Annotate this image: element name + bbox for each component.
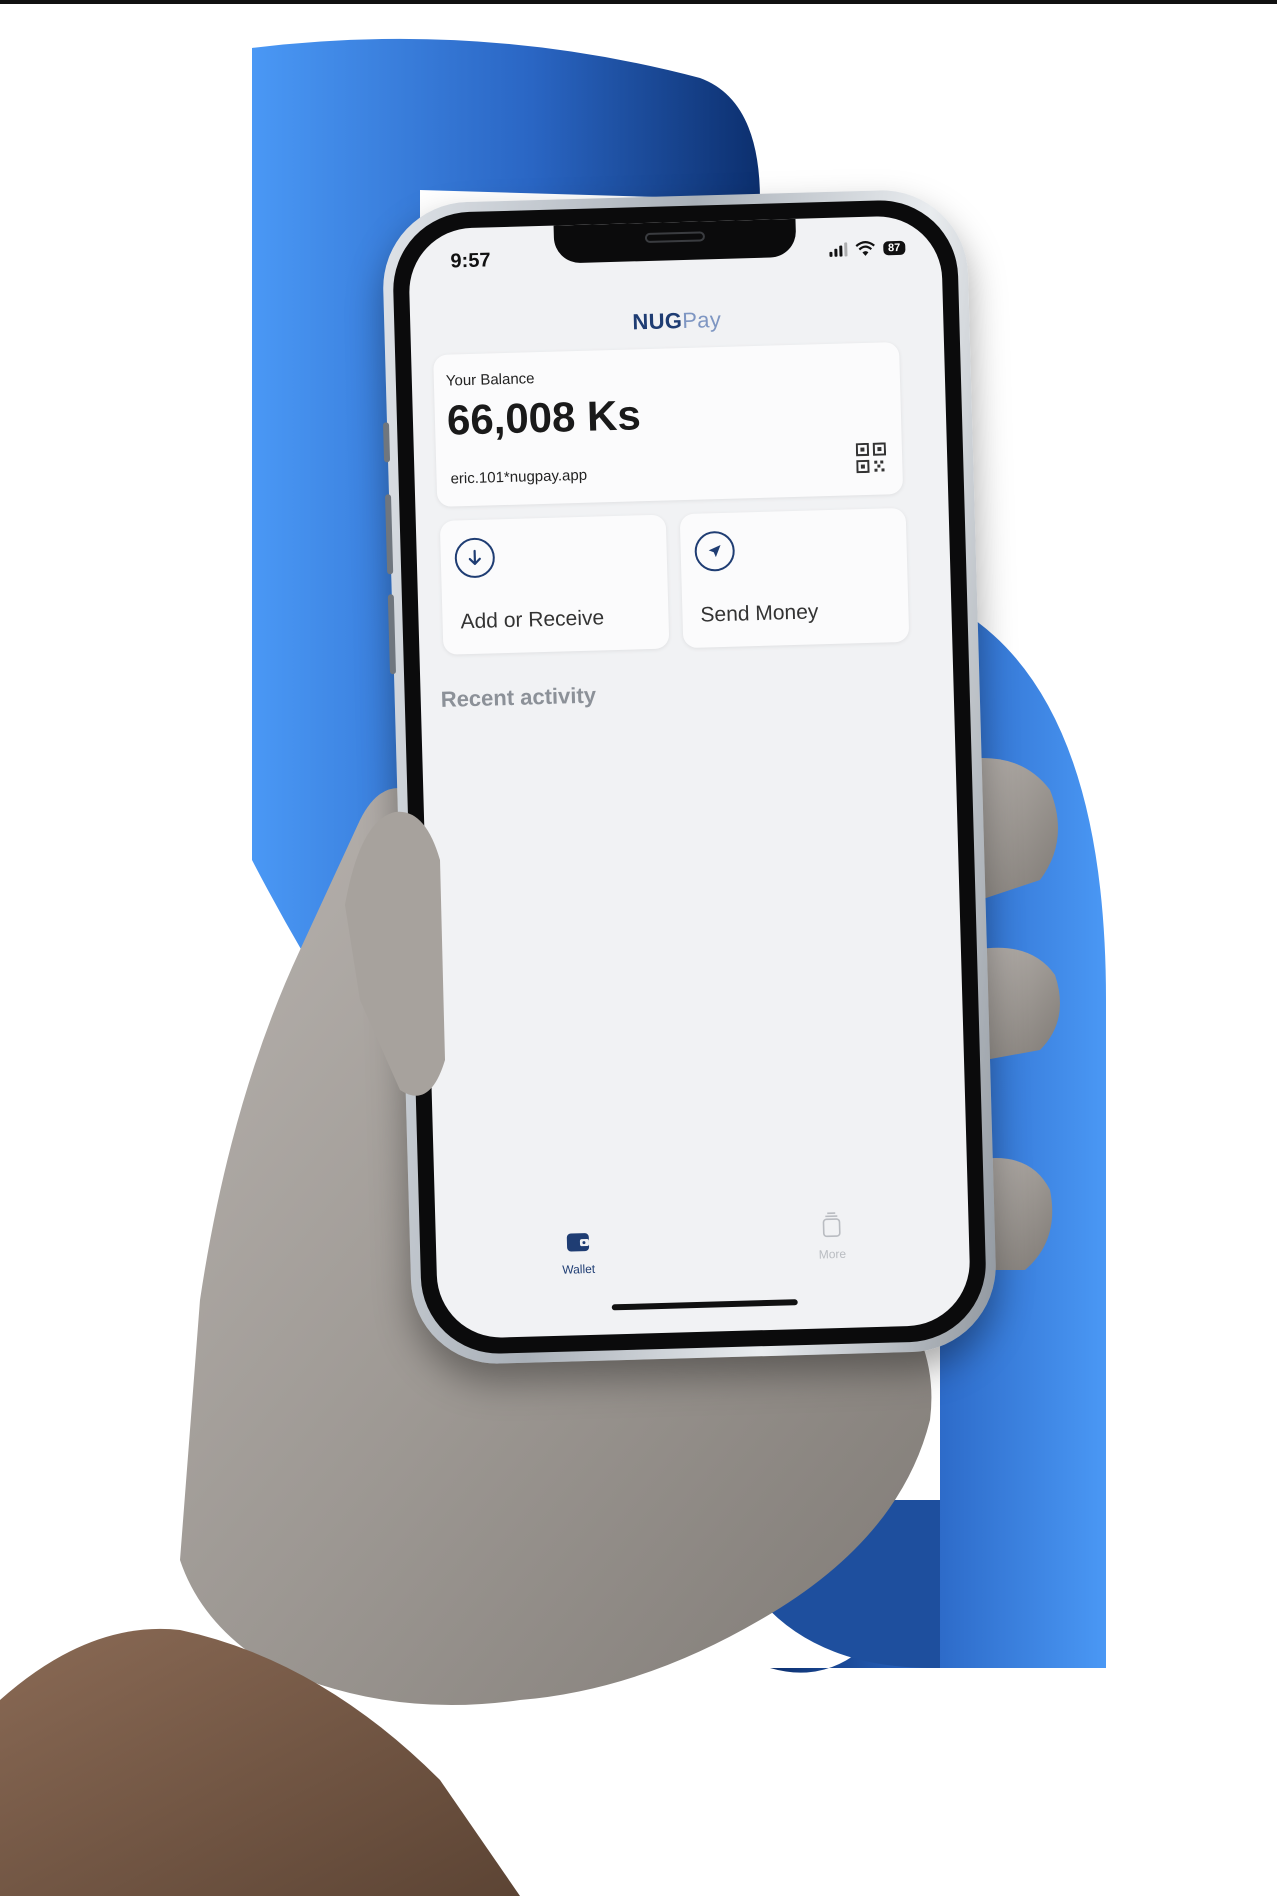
status-icons: 87	[829, 240, 906, 258]
tab-wallet[interactable]: Wallet	[538, 1228, 619, 1277]
phone-bezel: 9:57 87 NUGPay Your Balance 66,008 Ks er…	[391, 198, 988, 1356]
qr-code-icon[interactable]	[855, 442, 887, 474]
more-icon	[822, 1212, 841, 1238]
wallet-icon	[566, 1233, 590, 1252]
payment-handle: eric.101*nugpay.app	[450, 466, 588, 488]
background-base	[760, 1500, 940, 1669]
phone-device: 9:57 87 NUGPay Your Balance 66,008 Ks er…	[380, 188, 999, 1366]
tab-wallet-label: Wallet	[562, 1261, 596, 1277]
app-screen: 9:57 87 NUGPay Your Balance 66,008 Ks er…	[407, 214, 972, 1340]
signal-icon	[829, 242, 848, 257]
app-logo-primary: NUG	[632, 308, 683, 335]
arrow-down-circle-icon	[454, 537, 496, 579]
app-logo: NUGPay	[410, 301, 944, 342]
tab-bar: Wallet More	[435, 1204, 971, 1339]
phone-volume-up	[384, 494, 394, 575]
phone-volume-down	[387, 594, 397, 675]
send-arrow-icon	[694, 530, 736, 572]
speaker	[644, 231, 705, 244]
add-or-receive-label: Add or Receive	[460, 606, 605, 634]
battery-icon: 87	[882, 240, 906, 256]
tab-more-label: More	[818, 1246, 847, 1262]
send-money-label: Send Money	[700, 600, 819, 627]
phone-side-button	[382, 422, 391, 463]
add-or-receive-button[interactable]: Add or Receive	[439, 514, 670, 655]
recent-activity-title: Recent activity	[440, 682, 597, 712]
send-money-button[interactable]: Send Money	[679, 507, 910, 649]
tab-more[interactable]: More	[791, 1209, 872, 1262]
balance-value: 66,008 Ks	[446, 391, 642, 444]
status-time: 9:57	[450, 249, 491, 273]
balance-label: Your Balance	[445, 370, 535, 390]
app-logo-secondary: Pay	[681, 306, 722, 334]
wifi-icon	[855, 241, 875, 256]
notch	[553, 218, 797, 264]
balance-card: Your Balance 66,008 Ks eric.101*nugpay.a…	[433, 341, 904, 507]
home-indicator	[611, 1299, 798, 1311]
